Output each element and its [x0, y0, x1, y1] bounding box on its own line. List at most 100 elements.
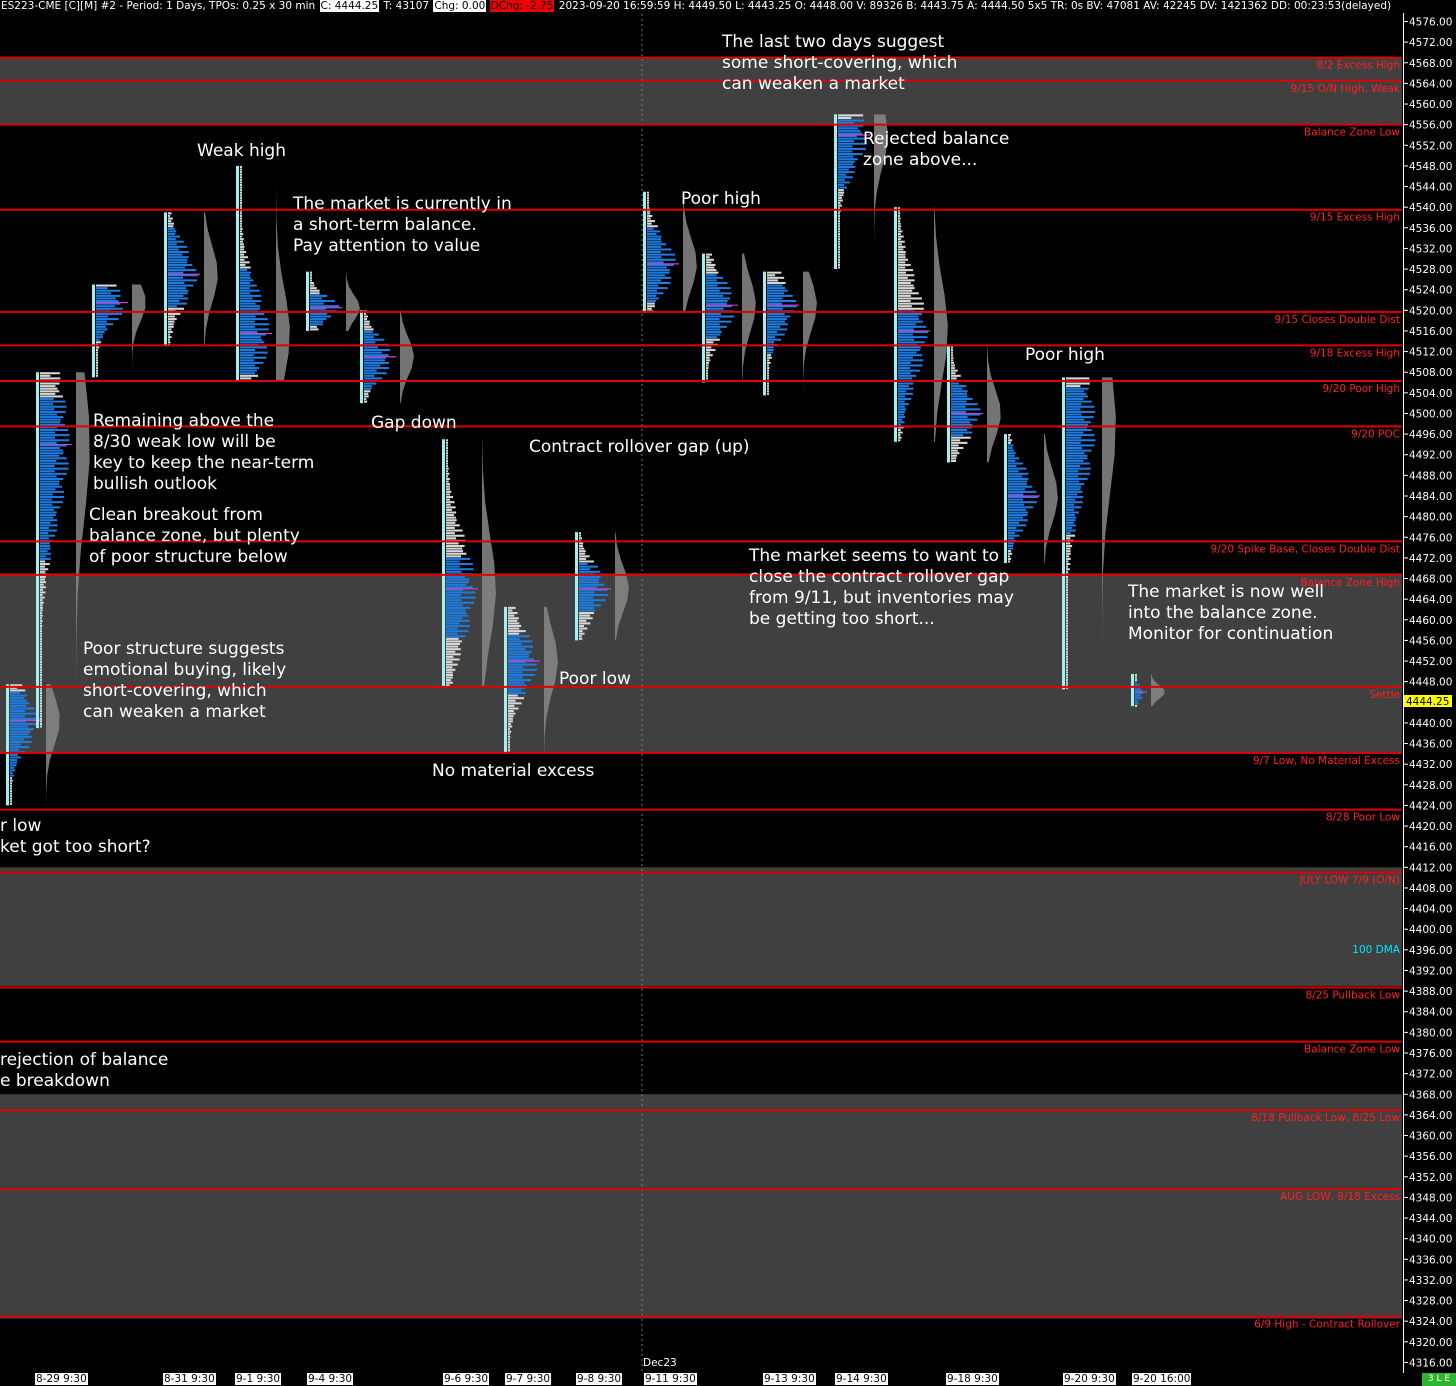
tpo-row	[168, 307, 185, 310]
tpo-row	[647, 204, 649, 207]
bar-stats: 2023-09-20 16:59:59 H: 4449.50 L: 4443.2…	[558, 0, 1392, 12]
tpo-row	[1066, 601, 1068, 604]
tpo-row	[898, 359, 924, 362]
tpo-row	[40, 524, 58, 527]
annotation-text: r low	[0, 816, 42, 836]
tpo-row	[310, 328, 319, 331]
tpo-row	[838, 132, 863, 135]
market-profile-chart[interactable]: Dec23 8/2 Excess High 9/15 O/N High, Weak…	[0, 0, 1456, 1386]
tpo-row	[767, 279, 779, 282]
annotation-text: into the balance zone.	[1128, 603, 1318, 623]
axis-tick-label: 4432.00	[1409, 759, 1452, 771]
tpo-row	[1008, 441, 1011, 444]
tpo-row	[898, 279, 915, 282]
tpo-row	[240, 176, 242, 179]
tpo-row	[40, 397, 54, 401]
tpo-row	[508, 676, 523, 679]
tpo-row	[446, 446, 448, 450]
tpo-row	[40, 599, 43, 602]
axis-tick-label: 4496.00	[1409, 429, 1452, 441]
tpo-row	[40, 472, 67, 475]
price-axis[interactable]: 4576.00 4572.00 4568.00 4564.00 4560.00 4556.…	[1403, 13, 1456, 1373]
tpo-row	[767, 392, 769, 395]
tpo-row	[10, 710, 26, 713]
tpo-row	[1008, 542, 1014, 545]
annotation-text: Monitor for continuation	[1128, 624, 1333, 644]
tpo-row	[10, 802, 12, 805]
tpo-row	[446, 619, 470, 622]
tpo-row	[1066, 459, 1084, 462]
tpo-row	[706, 294, 724, 297]
tpo-row	[10, 702, 30, 705]
tpo-row	[508, 627, 520, 630]
tpo-row	[1066, 410, 1096, 413]
tpo-row	[898, 403, 909, 406]
tpo-row	[446, 637, 459, 640]
tpo-row	[240, 243, 244, 246]
tpo-row	[1066, 609, 1068, 612]
tpo-row	[168, 225, 174, 228]
tpo-row	[40, 405, 67, 408]
tpo-row	[168, 245, 188, 248]
tpo-row	[10, 766, 15, 769]
tpo-row	[240, 256, 248, 259]
tpo-row	[40, 715, 42, 718]
tpo-row	[40, 421, 61, 424]
tpo-row	[96, 315, 109, 318]
tpo-row	[446, 663, 458, 666]
tpo-row	[951, 392, 968, 395]
tpo-row	[898, 323, 916, 326]
axis-tick-label: 4484.00	[1409, 491, 1452, 503]
tpo-row	[40, 521, 51, 524]
tpo-row	[898, 377, 913, 380]
axis-tick-label: 4320.00	[1409, 1337, 1452, 1349]
tpo-row	[647, 230, 661, 233]
axis-tick-label: 4472.00	[1409, 553, 1452, 565]
tpo-row	[508, 704, 515, 707]
tpo-row	[40, 707, 42, 710]
tpo-row	[446, 640, 462, 643]
tpo-row	[240, 300, 262, 303]
tpo-row	[1066, 397, 1084, 401]
tpo-row	[579, 632, 585, 635]
tpo-row	[40, 526, 49, 529]
tpo-row	[364, 361, 390, 364]
annotation-text: Contract rollover gap (up)	[529, 437, 750, 457]
axis-tick-label: 4492.00	[1409, 450, 1452, 462]
tpo-row	[446, 508, 452, 511]
tpo-row	[1066, 622, 1068, 625]
tpo-row	[647, 284, 659, 287]
tpo-row	[240, 354, 254, 357]
axis-tick-label: 4408.00	[1409, 883, 1452, 895]
tpo-row	[838, 183, 845, 187]
tpo-row	[310, 325, 317, 328]
date-tick-label: 9-18 9:30	[946, 1373, 999, 1385]
tpo-row	[364, 341, 376, 344]
tpo-row	[579, 547, 585, 550]
tpo-row	[40, 495, 65, 499]
tpo-row	[898, 294, 912, 297]
tpo-row	[508, 717, 513, 720]
annotation-text: The market is currently in	[292, 194, 512, 214]
tpo-row	[446, 642, 460, 646]
tpo-row	[310, 276, 312, 279]
tpo-row	[40, 645, 42, 648]
date-tick-label: 9-13 9:30	[763, 1373, 816, 1385]
tpo-row	[951, 444, 959, 447]
range-bar	[702, 253, 705, 383]
axis-tick-label: 4516.00	[1409, 326, 1452, 338]
tpo-row	[579, 612, 594, 615]
tpo-row	[508, 673, 536, 676]
tpo-row	[364, 392, 369, 395]
tpo-row	[446, 465, 448, 468]
range-bar	[92, 284, 95, 378]
tpo-row	[579, 565, 598, 568]
tpo-row	[838, 245, 840, 248]
tpo-row	[10, 789, 12, 793]
tpo-row	[446, 606, 471, 609]
volume-profile	[803, 271, 817, 396]
tpo-row	[96, 369, 98, 372]
tpo-row	[706, 323, 720, 326]
tpo-row	[647, 256, 662, 259]
annotation-text: a short-term balance.	[293, 215, 477, 235]
